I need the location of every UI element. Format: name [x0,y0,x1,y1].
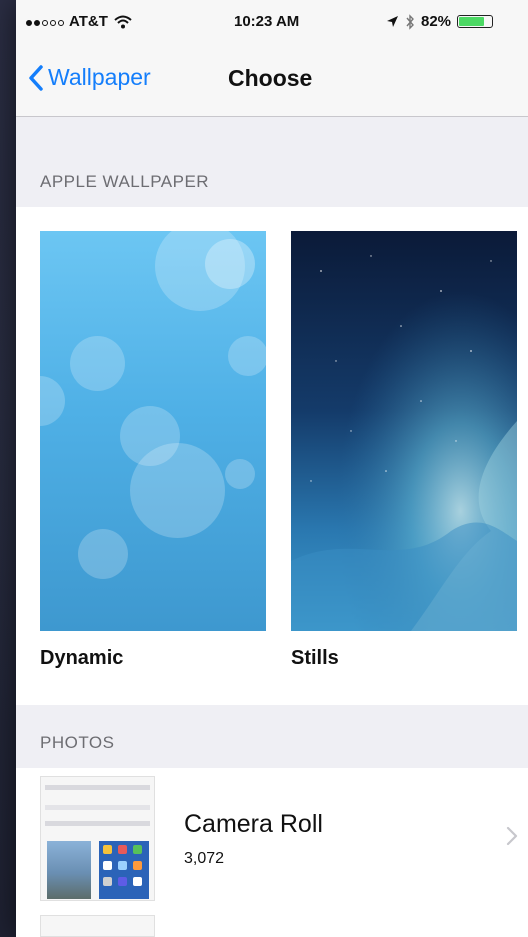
dynamic-wallpaper-thumbnail[interactable] [40,231,266,631]
album-name: Camera Roll [184,810,323,838]
back-button-label: Wallpaper [48,64,151,90]
chevron-right-icon [506,826,518,846]
status-time: 10:23 AM [234,13,300,30]
chevron-left-icon [29,64,43,91]
section-header-photos: PHOTOS [40,733,115,752]
carrier-group: AT&T [26,13,132,30]
stills-wallpaper-thumbnail[interactable] [291,231,517,631]
next-album-thumbnail[interactable] [40,915,155,937]
battery-percent: 82% [421,13,452,30]
album-count: 3,072 [184,850,225,867]
apple-wallpaper-group: Dynamic Stills [16,207,528,705]
photos-list: Camera Roll 3,072 [16,768,528,937]
stills-image [291,231,517,631]
camera-roll-thumbnail [40,776,155,901]
dynamic-label: Dynamic [40,647,124,669]
status-bar: AT&T 10:23 AM 82% [16,0,528,40]
page-title: Choose [228,65,313,91]
carrier-name: AT&T [69,13,108,30]
battery-icon [457,15,494,28]
status-right-group: 82% [386,13,494,30]
wifi-icon [114,15,132,28]
stills-label: Stills [291,647,339,669]
bluetooth-icon [406,13,414,30]
navigation-bar: Wallpaper Choose [16,40,528,117]
album-row-camera-roll[interactable]: Camera Roll 3,072 [16,768,528,908]
signal-strength-icon [26,13,66,30]
back-button[interactable]: Wallpaper [28,64,151,91]
section-header-apple-wallpaper: APPLE WALLPAPER [40,172,210,191]
phone-screen: AT&T 10:23 AM 82% Wallpaper Choose APPLE… [16,0,528,937]
location-arrow-icon [387,16,398,27]
